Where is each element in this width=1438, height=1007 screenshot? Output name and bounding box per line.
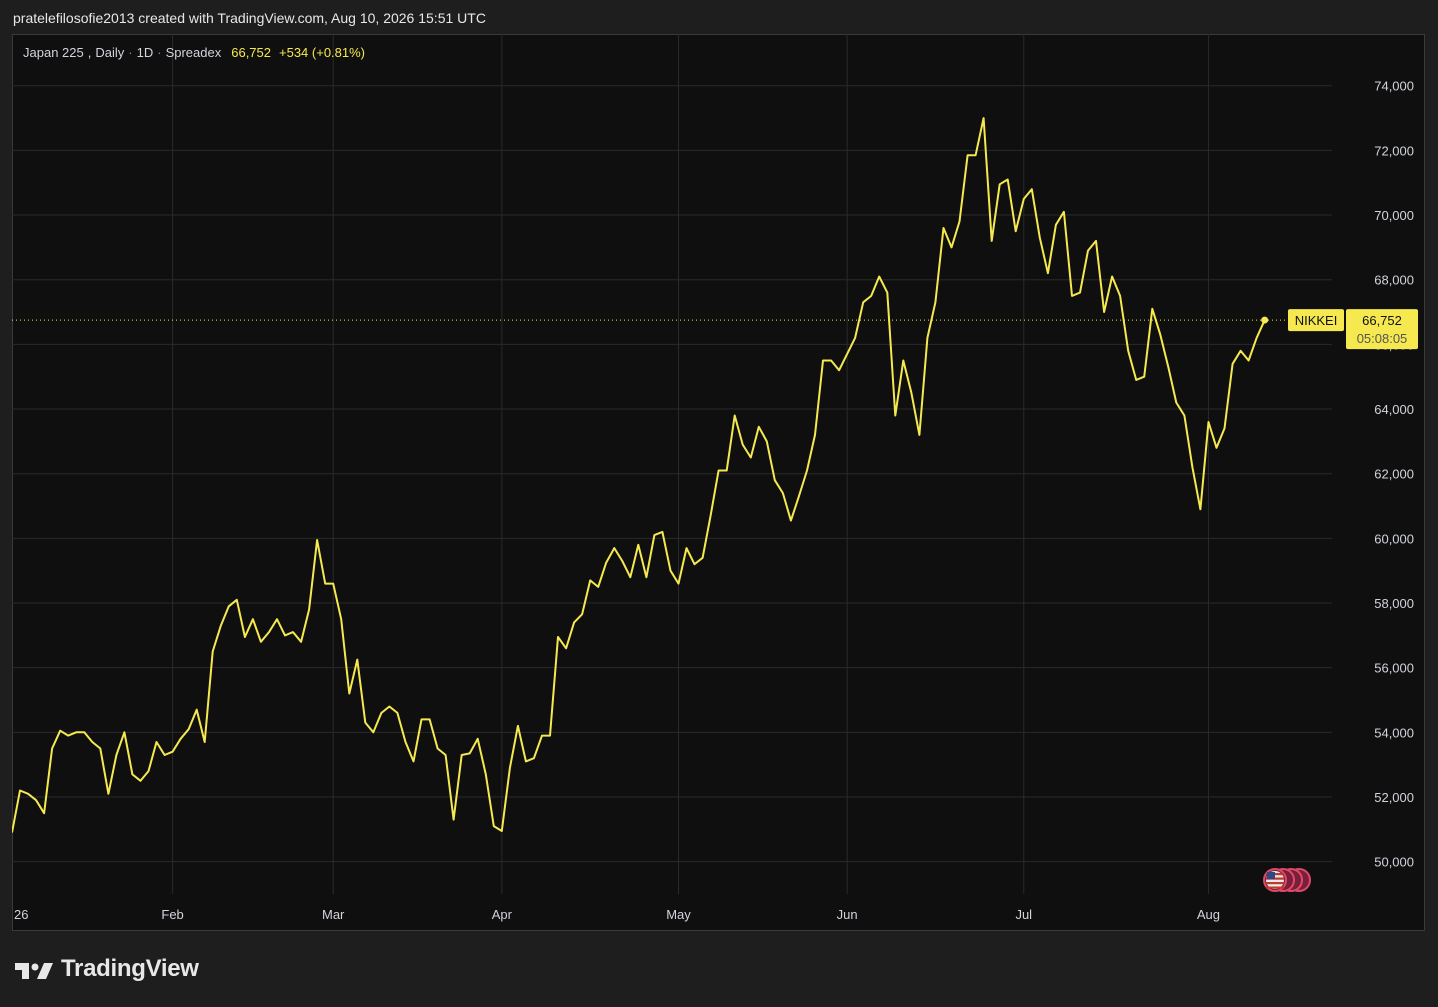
legend-interval: Daily <box>95 45 125 60</box>
y-tick-label: 62,000 <box>1374 467 1414 482</box>
price-series-line[interactable] <box>12 117 1266 833</box>
x-tick-label: Feb <box>161 907 183 922</box>
tradingview-brand-name: TradingView <box>61 955 199 982</box>
y-tick-label: 60,000 <box>1374 531 1414 546</box>
y-tick-label: 52,000 <box>1374 790 1414 805</box>
y-tick-label: 64,000 <box>1374 402 1414 417</box>
x-tick-label: Mar <box>322 907 345 922</box>
y-tick-label: 72,000 <box>1374 143 1414 158</box>
x-tick-label: 26 <box>14 907 28 922</box>
tradingview-logo[interactable]: TradingView <box>15 955 199 983</box>
y-tick-label: 68,000 <box>1374 273 1414 288</box>
last-price-label: 66,752 <box>1362 313 1402 328</box>
flag-canton <box>1267 872 1275 879</box>
flag-stripe <box>1266 886 1284 889</box>
x-tick-label: May <box>666 907 691 922</box>
y-tick-label: 54,000 <box>1374 725 1414 740</box>
legend-interval-code: 1D <box>136 45 154 60</box>
x-tick-label: Apr <box>492 907 513 922</box>
last-price-point <box>1261 316 1269 324</box>
tradingview-logo-icon <box>15 963 53 979</box>
legend-separator: · <box>157 45 162 60</box>
bar-countdown-label: 05:08:05 <box>1357 331 1408 346</box>
chart-legend: Japan 225, Daily · 1D · Spreadex 66,752 … <box>23 45 366 60</box>
x-tick-label: Aug <box>1197 907 1220 922</box>
y-tick-label: 70,000 <box>1374 208 1414 223</box>
y-tick-label: 56,000 <box>1374 661 1414 676</box>
legend-symbol: Japan 225 <box>23 45 84 60</box>
legend-price: 66,752 <box>231 45 271 60</box>
chart-attribution: pratelefilosofie2013 created with Tradin… <box>13 10 486 26</box>
y-tick-label: 58,000 <box>1374 596 1414 611</box>
legend-source: Spreadex <box>165 45 222 60</box>
y-tick-label: 50,000 <box>1374 855 1414 870</box>
series-name-label: NIKKEI <box>1295 313 1338 328</box>
y-tick-label: 74,000 <box>1374 79 1414 94</box>
x-tick-label: Jun <box>837 907 858 922</box>
flag-stripe <box>1266 882 1284 885</box>
x-tick-label: Jul <box>1015 907 1032 922</box>
price-chart[interactable]: 50,000 52,000 54,000 56,000 58,000 60,000 62,0… <box>12 34 1425 931</box>
legend-change: +534 (+0.81%) <box>279 45 366 60</box>
legend-separator: · <box>128 45 133 60</box>
